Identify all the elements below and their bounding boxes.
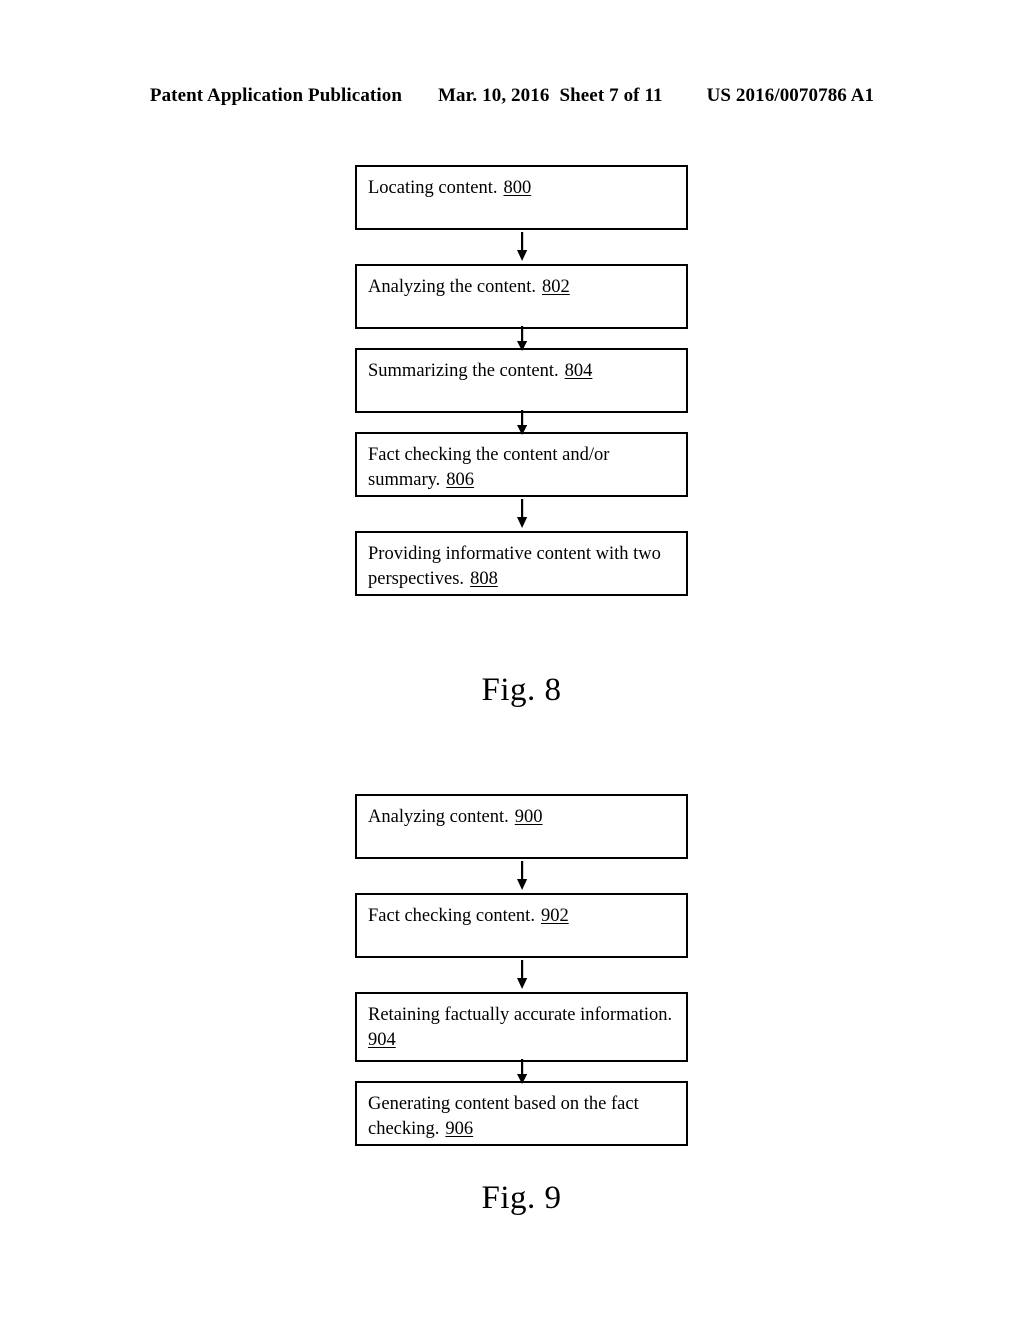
page-running-header: Patent Application Publication Mar. 10, … <box>0 85 1024 107</box>
flow-step-902-ref: 902 <box>540 906 569 926</box>
arrow-down-icon <box>516 232 527 261</box>
flow-step-808: Providing informative content with two p… <box>355 531 688 596</box>
flow-step-904: Retaining factually accurate information… <box>355 992 688 1062</box>
flow-step-802-text: Analyzing the content. <box>368 277 536 297</box>
arrow-904-to-906 <box>355 1058 688 1084</box>
flow-step-806: Fact checking the content and/or summary… <box>355 432 688 497</box>
flow-step-900-text: Analyzing content. <box>368 807 509 827</box>
flow-step-800-text: Locating content. <box>368 178 498 198</box>
flow-step-806-ref: 806 <box>446 470 475 490</box>
arrow-802-to-804 <box>355 325 688 351</box>
flow-step-802: Analyzing the content. 802 <box>355 264 688 329</box>
flow-step-800: Locating content. 800 <box>355 165 688 230</box>
flow-step-906-line-1: Generating content based on the fact <box>368 1094 639 1114</box>
flow-step-904-line-1: Retaining factually accurate information… <box>368 1005 673 1025</box>
arrow-902-to-904 <box>355 958 688 992</box>
flow-step-806-line-2: summary. <box>368 470 441 490</box>
flow-step-808-line-1: Providing informative content with two <box>368 544 661 564</box>
figure-9-flowchart: Analyzing content. 900 Fact checking cont… <box>355 794 688 1146</box>
flow-step-900-ref: 900 <box>514 807 543 827</box>
header-sheet-label: Sheet 7 of 11 <box>559 85 663 106</box>
flow-step-902-text: Fact checking content. <box>368 906 535 926</box>
arrow-down-icon <box>516 1058 527 1084</box>
flow-step-808-ref: 808 <box>470 569 498 589</box>
arrow-down-icon <box>516 409 527 435</box>
header-date-label: Mar. 10, 2016 <box>438 85 550 106</box>
flow-step-808-line-2-wrap: perspectives. 808 <box>368 567 686 592</box>
arrow-806-to-808 <box>355 497 688 531</box>
arrow-down-icon <box>516 325 527 351</box>
flow-step-904-ref: 904 <box>368 1030 396 1050</box>
flow-step-808-line-2: perspectives. <box>368 569 465 589</box>
flow-step-902: Fact checking content. 902 <box>355 893 688 958</box>
flow-step-904-ref-wrap: 904 <box>368 1028 686 1053</box>
flow-step-906-ref: 906 <box>445 1119 474 1139</box>
arrow-down-icon <box>516 960 527 989</box>
flow-step-906: Generating content based on the fact che… <box>355 1081 688 1146</box>
figure-9-caption: Fig. 9 <box>481 1180 562 1216</box>
figure-8-caption: Fig. 8 <box>481 672 562 708</box>
arrow-804-to-806 <box>355 409 688 435</box>
flow-step-806-line-2-wrap: summary. 806 <box>368 468 686 493</box>
flow-step-806-line-1: Fact checking the content and/or <box>368 445 610 465</box>
arrow-800-to-802 <box>355 230 688 264</box>
flow-step-906-line-2-wrap: checking. 906 <box>368 1117 686 1142</box>
header-patent-number: US 2016/0070786 A1 <box>706 85 875 106</box>
flow-step-800-ref: 800 <box>503 178 532 198</box>
flow-step-804: Summarizing the content. 804 <box>355 348 688 413</box>
arrow-900-to-902 <box>355 859 688 893</box>
flow-step-804-text: Summarizing the content. <box>368 361 559 381</box>
flow-step-906-line-2: checking. <box>368 1119 440 1139</box>
flow-step-802-ref: 802 <box>542 277 570 297</box>
flow-step-804-ref: 804 <box>564 361 593 381</box>
figure-8-flowchart: Locating content. 800 Analyzing the conte… <box>355 165 688 596</box>
header-publication-label: Patent Application Publication <box>149 85 402 106</box>
arrow-down-icon <box>516 499 527 528</box>
arrow-down-icon <box>516 861 527 890</box>
flow-step-900: Analyzing content. 900 <box>355 794 688 859</box>
